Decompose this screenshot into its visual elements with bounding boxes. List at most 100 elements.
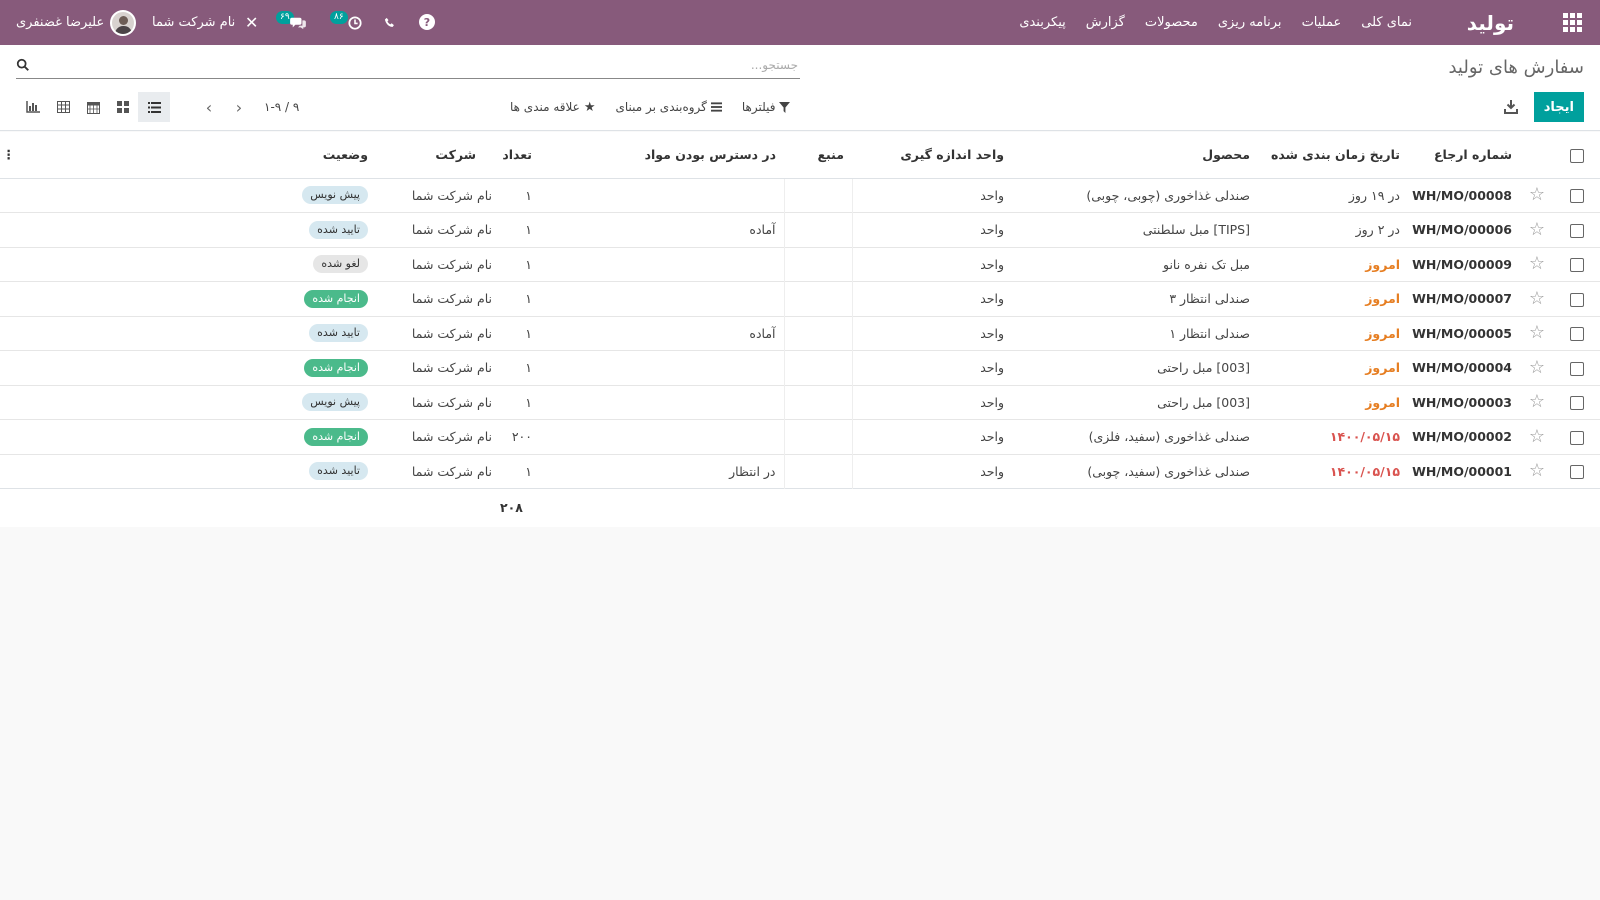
row-checkbox[interactable] <box>1554 281 1600 316</box>
cell-availability <box>540 350 784 385</box>
search-input[interactable] <box>16 53 800 77</box>
cell-uom: واحد <box>851 419 1012 454</box>
row-checkbox[interactable] <box>1554 212 1600 247</box>
help-icon[interactable]: ? <box>419 14 435 30</box>
table-row[interactable]: ☆ WH/MO/00003 امروز [003] مبل راحتی واحد… <box>0 384 1600 420</box>
groupby-dropdown[interactable]: گروه‌بندی بر مبنای <box>616 100 722 114</box>
cell-uom: واحد <box>851 177 1012 213</box>
favorite-star-icon[interactable]: ☆ <box>1520 453 1554 489</box>
apps-menu-icon[interactable] <box>1558 0 1586 45</box>
menu-configuration[interactable]: پیکربندی <box>1009 15 1075 30</box>
row-checkbox[interactable] <box>1554 384 1600 420</box>
menu-products[interactable]: محصولات <box>1135 15 1208 30</box>
select-all-checkbox[interactable] <box>1554 132 1600 179</box>
cell-company: نام شرکت شما <box>368 350 500 385</box>
calendar-view-icon[interactable] <box>78 92 108 122</box>
column-source[interactable]: منبع <box>784 132 852 179</box>
row-checkbox[interactable] <box>1554 246 1600 282</box>
column-availability[interactable]: در دسترس بودن مواد <box>540 132 784 179</box>
favorite-star-icon[interactable]: ☆ <box>1520 246 1554 282</box>
row-checkbox[interactable] <box>1554 177 1600 213</box>
column-scheduled-date[interactable]: تاریخ زمان بندی شده <box>1258 132 1408 179</box>
pager: ‹ › ۱-۹ / ۹ <box>198 92 305 122</box>
favorite-star-icon[interactable]: ☆ <box>1520 384 1554 420</box>
pager-next-icon[interactable]: › <box>228 98 250 117</box>
company-switcher[interactable]: نام شرکت شما <box>152 0 235 45</box>
column-company[interactable]: شرکت <box>368 132 500 179</box>
column-product[interactable]: محصول <box>1012 132 1258 179</box>
cell-reference: WH/MO/00005 <box>1408 315 1520 351</box>
column-quantity[interactable]: تعداد <box>500 132 540 179</box>
cell-quantity: ۱ <box>500 453 540 489</box>
favorite-star-icon[interactable]: ☆ <box>1520 212 1554 247</box>
messages-icon[interactable]: ۶۹ <box>276 11 312 33</box>
activity-clock-icon[interactable]: ۸۶ <box>330 11 366 33</box>
column-reference[interactable]: شماره ارجاع <box>1408 132 1520 179</box>
download-icon[interactable] <box>1504 99 1518 115</box>
status-badge: تایید شده <box>309 462 368 481</box>
table-row[interactable]: ☆ WH/MO/00006 در ۲ روز [TIPS] مبل سلطنتی… <box>0 212 1600 247</box>
favorites-dropdown[interactable]: ★ علاقه مندی ها <box>510 100 596 115</box>
column-state[interactable]: وضعیت <box>23 132 368 179</box>
cell-scheduled-date: ۱۴۰۰/۰۵/۱۵ <box>1258 419 1408 454</box>
cell-quantity: ۱ <box>500 384 540 420</box>
favorite-star-icon[interactable]: ☆ <box>1520 419 1554 454</box>
menu-operations[interactable]: عملیات <box>1292 15 1352 30</box>
menu-planning[interactable]: برنامه ریزی <box>1208 15 1292 30</box>
control-panel: سفارش های تولید ایجاد فیلترها گروه‌بندی … <box>0 45 1600 131</box>
cell-reference: WH/MO/00009 <box>1408 246 1520 282</box>
pager-value[interactable]: ۱-۹ / ۹ <box>258 100 305 114</box>
cell-reference: WH/MO/00007 <box>1408 281 1520 316</box>
cell-scheduled-date: امروز <box>1258 350 1408 385</box>
favorite-star-icon[interactable]: ☆ <box>1520 350 1554 385</box>
app-title[interactable]: تولید <box>1467 0 1514 45</box>
table-row[interactable]: ☆ WH/MO/00005 امروز صندلی انتظار ۱ واحد … <box>0 315 1600 351</box>
cell-availability <box>540 384 784 420</box>
debug-tools-icon[interactable]: ✕ <box>245 0 258 45</box>
cell-company: نام شرکت شما <box>368 246 500 282</box>
filter-icon <box>779 101 791 113</box>
avatar <box>110 9 137 36</box>
list-view-icon[interactable] <box>138 92 170 122</box>
cell-availability <box>540 246 784 282</box>
cell-uom: واحد <box>851 315 1012 351</box>
menu-overview[interactable]: نمای کلی <box>1351 15 1422 30</box>
menu-reporting[interactable]: گزارش <box>1076 15 1135 30</box>
cell-company: نام شرکت شما <box>368 419 500 454</box>
row-checkbox[interactable] <box>1554 453 1600 489</box>
cell-availability <box>540 281 784 316</box>
row-checkbox[interactable] <box>1554 350 1600 385</box>
cell-reference: WH/MO/00003 <box>1408 384 1520 420</box>
favorite-star-icon[interactable]: ☆ <box>1520 177 1554 213</box>
favorite-star-icon[interactable]: ☆ <box>1520 315 1554 351</box>
row-checkbox[interactable] <box>1554 315 1600 351</box>
graph-view-icon[interactable] <box>18 92 48 122</box>
row-checkbox[interactable] <box>1554 419 1600 454</box>
pivot-view-icon[interactable] <box>48 92 78 122</box>
column-uom[interactable]: واحد اندازه گیری <box>852 132 1012 179</box>
table-row[interactable]: ☆ WH/MO/00002 ۱۴۰۰/۰۵/۱۵ صندلی غذاخوری (… <box>0 419 1600 454</box>
table-row[interactable]: ☆ WH/MO/00007 امروز صندلی انتظار ۳ واحد … <box>0 281 1600 316</box>
optional-columns-icon[interactable]: ⋮ <box>0 132 23 179</box>
table-row[interactable]: ☆ WH/MO/00008 در ۱۹ روز صندلی غذاخوری (چ… <box>0 177 1600 213</box>
cell-availability <box>540 419 784 454</box>
cell-source <box>783 212 852 247</box>
status-badge: انجام شده <box>304 289 368 308</box>
cell-reference: WH/MO/00008 <box>1408 177 1520 213</box>
kanban-view-icon[interactable] <box>108 92 138 122</box>
cell-product: صندلی انتظار ۱ <box>1012 315 1258 351</box>
table-row[interactable]: ☆ WH/MO/00004 امروز [003] مبل راحتی واحد… <box>0 350 1600 385</box>
create-button[interactable]: ایجاد <box>1533 92 1584 122</box>
table-row[interactable]: ☆ WH/MO/00009 امروز مبل تک نفره نانو واح… <box>0 246 1600 282</box>
phone-icon[interactable] <box>384 0 396 45</box>
activity-count-badge: ۸۶ <box>330 11 348 24</box>
pager-previous-icon[interactable]: ‹ <box>198 98 220 117</box>
cell-scheduled-date: امروز <box>1258 315 1408 351</box>
search-icon[interactable] <box>16 58 30 72</box>
user-menu[interactable]: علیرضا غضنفری <box>16 0 137 45</box>
cell-product: [003] مبل راحتی <box>1012 350 1258 385</box>
favorite-star-icon[interactable]: ☆ <box>1520 281 1554 316</box>
cell-state: تایید شده <box>23 453 368 489</box>
table-row[interactable]: ☆ WH/MO/00001 ۱۴۰۰/۰۵/۱۵ صندلی غذاخوری (… <box>0 453 1600 489</box>
filters-dropdown[interactable]: فیلترها <box>742 100 791 114</box>
